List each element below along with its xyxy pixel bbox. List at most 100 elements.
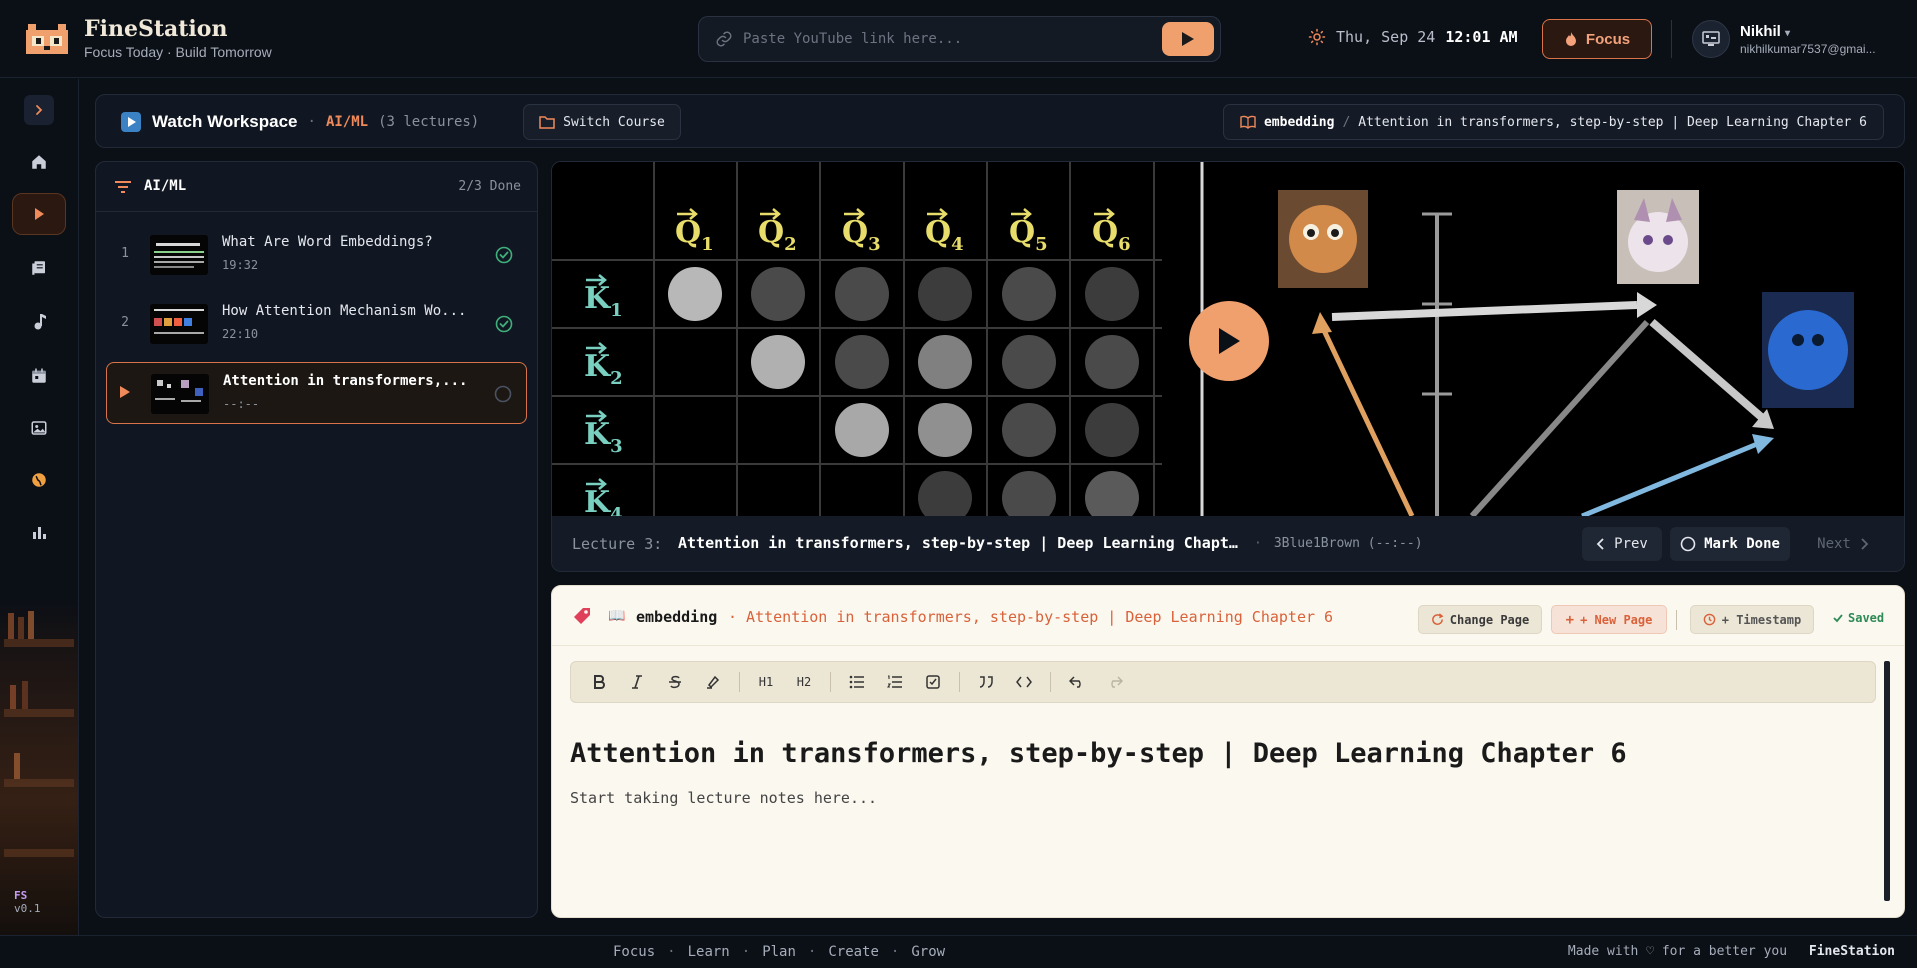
italic-button[interactable]: [619, 667, 655, 697]
expand-rail-button[interactable]: [24, 95, 54, 125]
list-course-name: AI/ML: [144, 178, 187, 194]
monitor-icon: [1702, 31, 1720, 47]
focus-label: Focus: [1585, 30, 1631, 48]
ordered-list-button[interactable]: [877, 667, 913, 697]
footer-link-focus[interactable]: Focus: [613, 944, 655, 960]
video-player[interactable]: Q1 Q2 Q3 Q4 Q5 Q6 K1 K2 K3 K4: [552, 162, 1904, 516]
image-icon: [30, 419, 48, 437]
blockquote-button[interactable]: [968, 667, 1004, 697]
chevron-down-icon: ▾: [1785, 27, 1791, 39]
change-page-button[interactable]: Change Page: [1418, 605, 1542, 634]
notes-heading[interactable]: Attention in transformers, step-by-step …: [570, 738, 1627, 769]
book-decor: [10, 685, 16, 709]
attention-dot: [1085, 267, 1139, 321]
task-list-button[interactable]: [915, 667, 951, 697]
version: v0.1: [14, 902, 41, 915]
calendar-icon: [30, 367, 48, 385]
footer-credits: Made with ♡ for a better you FineStation: [1568, 944, 1895, 959]
toolbar-separator: [959, 672, 960, 692]
tag-icon: [572, 606, 592, 626]
play-video-button[interactable]: [1189, 301, 1269, 381]
shelf-decor: [4, 849, 74, 857]
nav-music[interactable]: [12, 301, 66, 343]
timestamp-label: + Timestamp: [1721, 612, 1802, 627]
bold-button[interactable]: [581, 667, 617, 697]
next-lecture-button[interactable]: Next: [1798, 527, 1888, 561]
attention-dot: [918, 403, 972, 457]
footer-link-plan[interactable]: Plan: [762, 944, 796, 960]
brand[interactable]: FineStation Focus Today · Build Tomorrow: [24, 16, 272, 60]
footer-link-create[interactable]: Create: [828, 944, 879, 960]
version-info: FS v0.1: [14, 889, 41, 915]
nav-calendar[interactable]: [12, 355, 66, 397]
check-circle-icon[interactable]: [495, 315, 513, 333]
focus-button[interactable]: Focus: [1542, 19, 1652, 59]
avatar: [1692, 20, 1730, 58]
saved-status: Saved: [1832, 611, 1884, 625]
nav-stats[interactable]: [12, 511, 66, 553]
nav-gallery[interactable]: [12, 407, 66, 449]
code-button[interactable]: [1006, 667, 1042, 697]
nav-watch[interactable]: [12, 193, 66, 235]
prev-lecture-button[interactable]: Prev: [1582, 527, 1662, 561]
switch-course-label: Switch Course: [563, 114, 665, 130]
music-note-icon: [31, 313, 47, 331]
circle-icon: [1680, 536, 1696, 552]
italic-icon: [631, 675, 643, 689]
attention-dot: [918, 267, 972, 321]
filter-icon[interactable]: [114, 179, 132, 195]
heading-2-button[interactable]: H2: [786, 667, 822, 697]
user-email: nikhilkumar7537@gmai...: [1740, 41, 1876, 56]
flame-icon: [1564, 31, 1578, 47]
highlight-button[interactable]: [695, 667, 731, 697]
rail-background-art: [0, 599, 78, 935]
switch-course-button[interactable]: Switch Course: [523, 104, 681, 140]
lecture-title: How Attention Mechanism Wo...: [222, 303, 467, 319]
new-page-button[interactable]: + + New Page: [1551, 605, 1667, 634]
book-decor: [18, 617, 24, 639]
breadcrumb[interactable]: embedding / Attention in transformers, s…: [1222, 104, 1884, 140]
bullet-list-button[interactable]: [839, 667, 875, 697]
check-circle-icon[interactable]: [495, 246, 513, 264]
footer-link-grow[interactable]: Grow: [911, 944, 945, 960]
redo-button[interactable]: [1097, 667, 1133, 697]
chevron-right-icon: [33, 104, 45, 116]
breadcrumb-separator: /: [1342, 114, 1351, 130]
lecture-thumbnail: [150, 304, 208, 344]
timestamp-button[interactable]: + Timestamp: [1690, 605, 1814, 634]
strikethrough-button[interactable]: [657, 667, 693, 697]
mark-done-button[interactable]: Mark Done: [1670, 527, 1790, 561]
attention-dot: [835, 267, 889, 321]
user-menu[interactable]: Nikhil ▾ nikhilkumar7537@gmai...: [1692, 20, 1876, 58]
video-panel: Q1 Q2 Q3 Q4 Q5 Q6 K1 K2 K3 K4 Lecture 3:…: [551, 161, 1905, 572]
toolbar-separator: [1050, 672, 1051, 692]
heading-1-button[interactable]: H1: [748, 667, 784, 697]
nav-explore[interactable]: [12, 459, 66, 501]
shelf-decor: [4, 639, 74, 647]
lecture-item-3[interactable]: Attention in transformers,... --:--: [106, 362, 527, 424]
lecture-item-2[interactable]: 2 How Attention Mechanism Wo... 22:10: [106, 293, 527, 355]
breadcrumb-lecture: Attention in transformers, step-by-step …: [1358, 114, 1867, 130]
empty-circle-icon[interactable]: [494, 385, 512, 403]
lecture-item-1[interactable]: 1 What Are Word Embeddings? 19:32: [106, 224, 527, 286]
load-video-button[interactable]: [1162, 22, 1214, 56]
nav-home[interactable]: [12, 141, 66, 183]
refresh-icon: [1431, 613, 1444, 626]
undo-button[interactable]: [1059, 667, 1095, 697]
lecture-number: 1: [121, 246, 129, 261]
nav-library[interactable]: [12, 247, 66, 289]
books-icon: [30, 259, 48, 277]
highlighter-icon: [706, 675, 720, 689]
top-header: FineStation Focus Today · Build Tomorrow…: [0, 0, 1917, 78]
attention-dot: [1002, 403, 1056, 457]
heading-1-label: H1: [758, 675, 774, 689]
brand-short: FS: [14, 889, 28, 902]
lecture-duration: 22:10: [222, 327, 259, 341]
youtube-link-input[interactable]: [743, 31, 1163, 47]
footer-link-learn[interactable]: Learn: [688, 944, 730, 960]
lecture-thumbnail: [150, 235, 208, 275]
attention-dot: [668, 267, 722, 321]
notes-body-placeholder[interactable]: Start taking lecture notes here...: [570, 789, 877, 807]
toolbar-separator: [739, 672, 740, 692]
editor-scrollbar[interactable]: [1884, 661, 1890, 901]
